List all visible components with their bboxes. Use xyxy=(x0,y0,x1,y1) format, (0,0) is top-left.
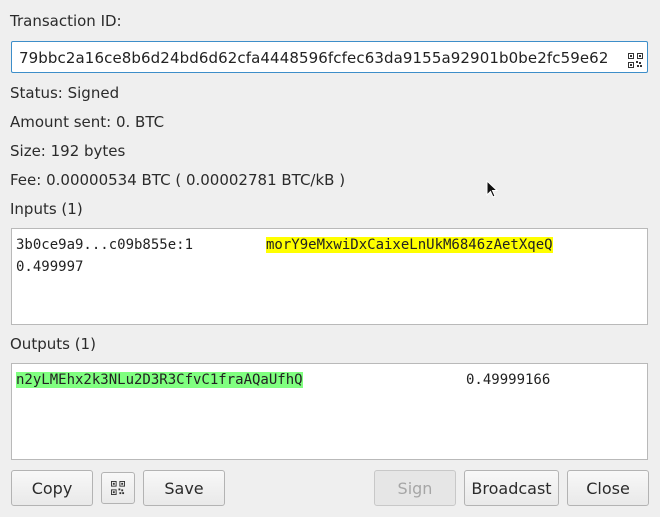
input-amount: 0.499997 xyxy=(16,259,84,275)
sign-button[interactable]: Sign xyxy=(374,470,456,506)
qr-code-icon xyxy=(111,481,125,495)
transaction-id-label: Transaction ID: xyxy=(10,12,122,30)
status-text: Status: Signed xyxy=(10,84,120,102)
save-button[interactable]: Save xyxy=(143,470,225,506)
transaction-id-field[interactable]: 79bbc2a16ce8b6d24bd6d62cfa4448596fcfec63… xyxy=(11,41,648,73)
outputs-list[interactable]: n2yLMEhx2k3NLu2D3R3CfvC1fraAQaUfhQ 0.499… xyxy=(11,363,648,460)
size-text: Size: 192 bytes xyxy=(10,142,126,160)
output-amount: 0.49999166 xyxy=(466,372,551,388)
close-button[interactable]: Close xyxy=(567,470,649,506)
output-address[interactable]: n2yLMEhx2k3NLu2D3R3CfvC1fraAQaUfhQ xyxy=(16,372,303,388)
fee-text: Fee: 0.00000534 BTC ( 0.00002781 BTC/kB … xyxy=(10,171,346,189)
input-address[interactable]: morY9eMxwiDxCaixeLnUkM6846zAetXqeQ xyxy=(266,237,553,253)
transaction-id-value[interactable]: 79bbc2a16ce8b6d24bd6d62cfa4448596fcfec63… xyxy=(19,49,608,67)
copy-button[interactable]: Copy xyxy=(11,470,93,506)
outputs-label: Outputs (1) xyxy=(10,335,96,353)
input-outpoint[interactable]: 3b0ce9a9...c09b855e:1 xyxy=(16,237,193,253)
amount-sent-text: Amount sent: 0. BTC xyxy=(10,113,165,131)
mouse-cursor-icon xyxy=(486,180,499,198)
qr-code-icon[interactable] xyxy=(628,53,643,68)
broadcast-button[interactable]: Broadcast xyxy=(464,470,559,506)
inputs-list[interactable]: 3b0ce9a9...c09b855e:1 morY9eMxwiDxCaixeL… xyxy=(11,228,648,325)
show-qr-button[interactable] xyxy=(101,472,135,504)
inputs-label: Inputs (1) xyxy=(10,200,83,218)
